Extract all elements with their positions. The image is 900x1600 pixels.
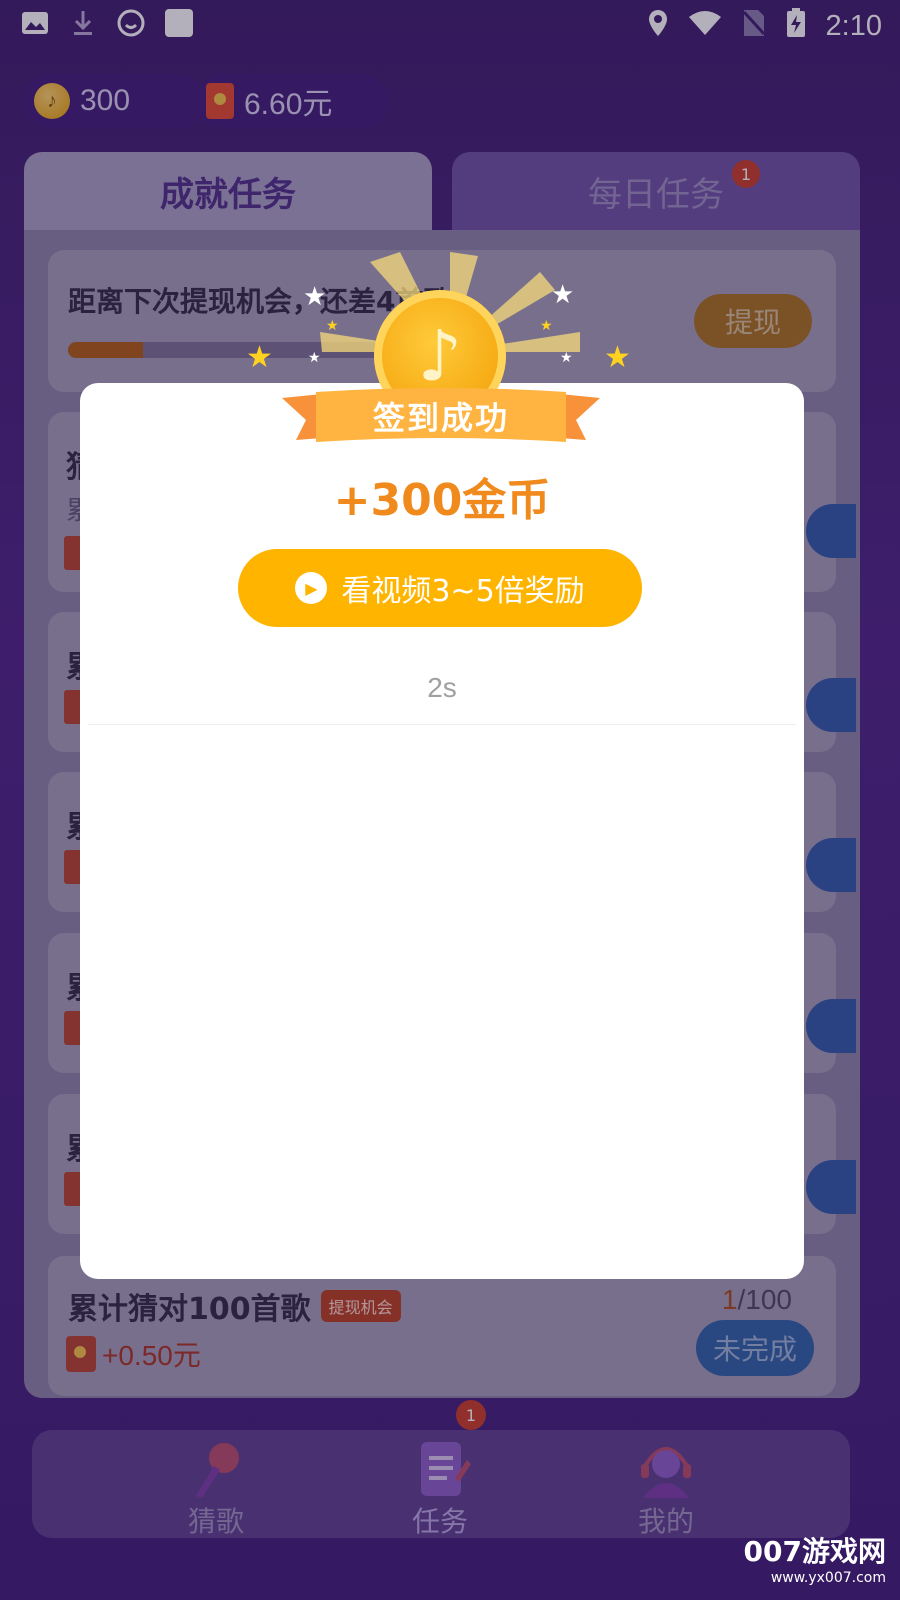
reward-amount: +300金币 bbox=[333, 475, 551, 526]
watch-video-label: 看视频3~5倍奖励 bbox=[341, 574, 585, 609]
watermark-url: www.yx007.com bbox=[770, 1570, 886, 1586]
watermark-brand: 007游戏网 bbox=[743, 1535, 886, 1568]
watch-video-button[interactable]: ▶ 看视频3~5倍奖励 bbox=[238, 549, 642, 627]
star-icon: ★ bbox=[326, 318, 339, 334]
watermark: 007游戏网 www.yx007.com bbox=[744, 1530, 886, 1586]
divider bbox=[88, 724, 796, 725]
star-icon: ★ bbox=[604, 340, 631, 375]
star-icon: ★ bbox=[303, 282, 327, 312]
star-icon: ★ bbox=[246, 340, 273, 375]
star-icon: ★ bbox=[560, 350, 573, 366]
star-icon: ★ bbox=[308, 350, 321, 366]
checkin-success-title: 签到成功 bbox=[372, 399, 509, 437]
play-icon: ▶ bbox=[295, 572, 328, 604]
star-icon: ★ bbox=[551, 280, 575, 310]
star-icon: ★ bbox=[540, 318, 553, 334]
close-countdown[interactable]: 2s bbox=[80, 672, 804, 704]
